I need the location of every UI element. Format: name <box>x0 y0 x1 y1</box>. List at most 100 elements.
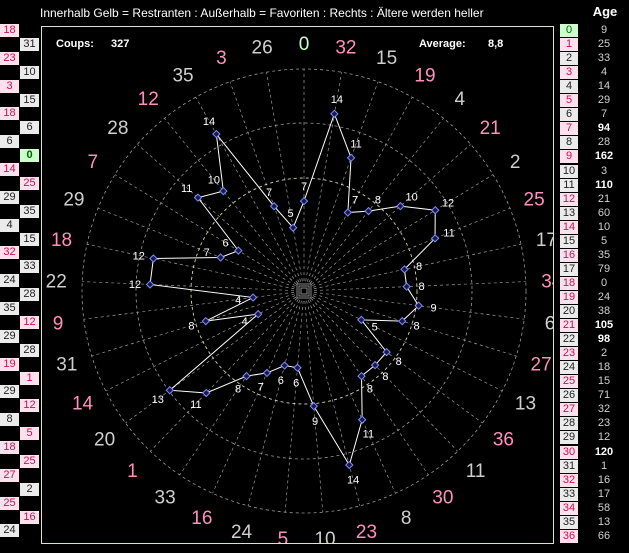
history-entry: 18 <box>0 441 19 454</box>
age-table-number: 1 <box>560 38 578 52</box>
age-table-number: 3 <box>560 66 578 80</box>
hit-count-label: 11 <box>190 399 201 411</box>
frequency-node <box>346 153 356 163</box>
wheel-number-label: 23 <box>356 522 377 543</box>
hit-count-label: 9 <box>312 416 318 428</box>
wheel-radar-chart: 714117 8 101211889858881114966781113484121… <box>46 34 563 550</box>
age-table-number: 7 <box>560 122 578 136</box>
age-table-number: 5 <box>560 94 578 108</box>
wheel-number-label: 28 <box>107 118 128 139</box>
wheel-spoke <box>83 291 295 320</box>
history-entry: 8 <box>0 413 19 427</box>
age-table-number: 18 <box>560 276 578 290</box>
wheel-number-label: 32 <box>335 38 356 59</box>
age-table-value: 25 <box>597 38 611 51</box>
history-entry: 27 <box>0 468 19 482</box>
frequency-node <box>343 208 353 217</box>
history-entry: 14 <box>0 163 19 176</box>
age-table-number: 33 <box>560 487 578 501</box>
wheel-spoke <box>308 97 413 283</box>
frequency-node <box>248 293 258 302</box>
age-table-number: 2 <box>560 52 578 66</box>
age-table-number: 36 <box>560 529 578 543</box>
hit-count-label: 7 <box>258 382 264 394</box>
frequency-node <box>280 361 289 370</box>
frequency-node <box>402 282 411 291</box>
history-entry: 24 <box>0 274 19 288</box>
age-table-value: 16 <box>597 473 611 486</box>
frequency-node <box>299 196 309 206</box>
hit-count-label: 12 <box>133 250 145 262</box>
wheel-number-label: 2 <box>510 152 521 173</box>
wheel-number-label: 26 <box>252 38 273 59</box>
wheel-number-label: 22 <box>46 271 67 292</box>
history-entry: 28 <box>20 288 39 302</box>
frequency-node <box>149 254 158 263</box>
wheel-number-label: 10 <box>314 529 335 543</box>
age-table-value: 98 <box>597 333 611 346</box>
wheel-spoke <box>97 207 295 288</box>
wheel-number-label: 21 <box>480 118 501 139</box>
wheel-number-label: 1 <box>127 461 138 482</box>
history-entry: 32 <box>0 246 19 260</box>
age-table-number: 8 <box>560 136 578 150</box>
hit-count-label: 10 <box>406 191 418 203</box>
wheel-spoke <box>284 300 304 513</box>
hit-count-label: 6 <box>293 378 299 390</box>
age-table-number: 17 <box>560 262 578 276</box>
history-entry: 6 <box>0 135 19 149</box>
frequency-node <box>293 363 302 373</box>
wheel-spoke <box>86 243 295 290</box>
wheel-number-label: 13 <box>515 394 536 415</box>
age-table-value: 32 <box>597 403 611 416</box>
average-value: 8,8 <box>488 38 504 50</box>
wheel-number-label: 31 <box>56 355 77 376</box>
age-table-number: 26 <box>560 389 578 403</box>
history-entry: 16 <box>20 510 39 524</box>
hit-count-label: 8 <box>416 261 422 273</box>
age-table-value: 10 <box>597 220 611 233</box>
hit-count-label: 8 <box>367 384 373 396</box>
hit-count-label: 8 <box>419 281 425 293</box>
age-table-number: 32 <box>560 473 578 487</box>
wheel-number-label: 34 <box>541 271 553 292</box>
age-table-value: 24 <box>597 290 611 303</box>
age-table-value: 15 <box>597 375 611 388</box>
wheel-number-label: 6 <box>545 314 553 335</box>
hit-count-label: 6 <box>278 375 284 387</box>
wheel-spoke <box>266 72 303 282</box>
history-entry: 25 <box>0 496 19 510</box>
age-table-value: 66 <box>597 529 611 542</box>
history-entry: 1 <box>20 371 39 385</box>
wheel-spoke <box>312 295 503 392</box>
center-square-icon <box>300 287 308 295</box>
hit-count-label: 11 <box>363 428 374 440</box>
age-table-value: 21 <box>597 192 611 205</box>
wheel-number-label: 9 <box>53 314 64 335</box>
age-table-value: 14 <box>597 80 611 93</box>
age-table-number: 15 <box>560 234 578 248</box>
age-table-number: 34 <box>560 501 578 515</box>
history-entry: 15 <box>20 93 39 107</box>
age-table-value: 7 <box>600 108 608 121</box>
age-table-value: 13 <box>597 515 611 528</box>
hit-count-label: 7 <box>266 187 272 199</box>
wheel-number-label: 12 <box>138 89 159 110</box>
frequency-node <box>219 186 228 196</box>
coups-value: 327 <box>111 38 130 50</box>
history-entry: 5 <box>20 427 39 441</box>
history-entry: 6 <box>20 121 39 135</box>
history-entry: 23 <box>0 51 19 65</box>
hit-count-label: 8 <box>414 320 420 332</box>
hit-count-label: 8 <box>382 371 388 383</box>
age-table-value: 58 <box>597 501 611 514</box>
wheel-number-label: 29 <box>63 190 84 211</box>
wheel-spoke <box>150 297 298 452</box>
average-label: Average: <box>419 38 466 50</box>
age-table-number: 9 <box>560 150 578 164</box>
history-entry: 35 <box>20 204 39 218</box>
age-table-number: 35 <box>560 515 578 529</box>
header-legend: Innerhalb Gelb = Restranten : Außerhalb … <box>40 6 484 20</box>
hit-count-label: 13 <box>152 394 164 406</box>
hit-count-label: 5 <box>372 322 378 334</box>
